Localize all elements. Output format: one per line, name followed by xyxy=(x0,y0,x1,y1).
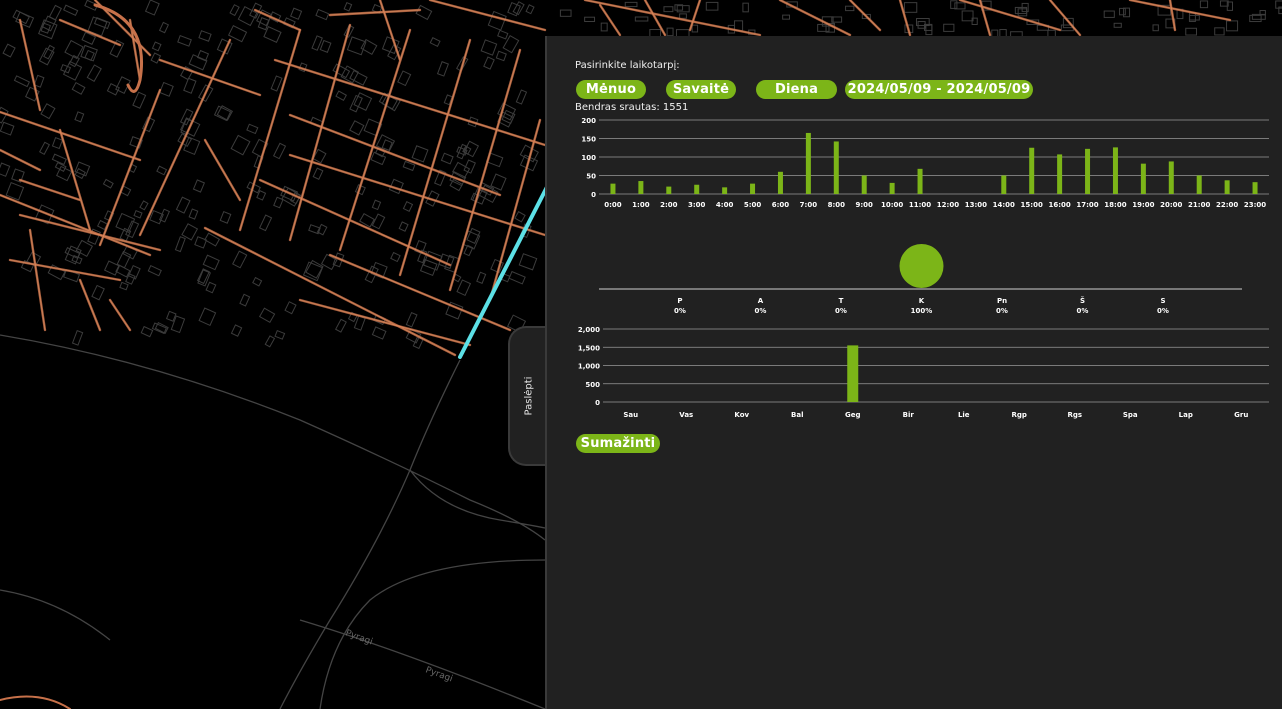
bar xyxy=(1001,175,1007,194)
y-tick-label: 2,000 xyxy=(578,326,600,334)
weekday-label: T xyxy=(839,297,844,305)
x-tick-label: 14:00 xyxy=(993,201,1015,209)
street-label: Pyragi xyxy=(424,665,454,684)
bar xyxy=(805,132,811,194)
x-tick-label: 19:00 xyxy=(1132,201,1154,209)
weekday-label: K xyxy=(919,297,925,305)
y-tick-label: 500 xyxy=(585,381,600,389)
x-tick-label: Gru xyxy=(1234,411,1248,419)
x-tick-label: 11:00 xyxy=(909,201,931,209)
weekday-percent: 100% xyxy=(911,307,933,315)
y-tick-label: 1,500 xyxy=(578,344,600,352)
weekday-label: S xyxy=(1160,297,1165,305)
x-tick-label: Geg xyxy=(845,411,861,419)
x-tick-label: 4:00 xyxy=(716,201,734,209)
x-tick-label: 12:00 xyxy=(937,201,959,209)
weekday-label: Pn xyxy=(997,297,1007,305)
x-tick-label: 5:00 xyxy=(744,201,762,209)
x-tick-label: 9:00 xyxy=(855,201,873,209)
x-tick-label: 21:00 xyxy=(1188,201,1210,209)
x-tick-label: Sau xyxy=(623,411,638,419)
hourly-bar-chart: 0 50 100 150 200 0:00 1:00 2:00 3:00 4:00 5:00 6:00… xyxy=(581,117,1269,209)
x-tick-label: 7:00 xyxy=(800,201,818,209)
reduce-button[interactable]: Sumažinti xyxy=(576,434,660,453)
y-tick-label: 200 xyxy=(581,117,596,125)
bar xyxy=(694,184,700,194)
x-tick-label: Rgp xyxy=(1012,411,1027,419)
map-paths xyxy=(0,334,546,709)
x-tick-label: 23:00 xyxy=(1244,201,1266,209)
bar xyxy=(847,345,859,402)
week-button[interactable]: Savaitė xyxy=(666,80,736,99)
x-tick-label: Bal xyxy=(791,411,803,419)
x-tick-label: 1:00 xyxy=(632,201,650,209)
x-tick-label: 10:00 xyxy=(881,201,903,209)
x-tick-label: Lie xyxy=(958,411,970,419)
x-tick-label: 17:00 xyxy=(1076,201,1098,209)
hide-panel-tab[interactable]: Paslėpti xyxy=(508,326,547,466)
weekday-percent: 0% xyxy=(835,307,847,315)
weekday-label: Š xyxy=(1080,296,1085,305)
weekday-chart: P 0% A 0% T 0% K 100% Pn 0% Š 0% S 0% xyxy=(599,244,1242,315)
y-tick-label: 100 xyxy=(581,154,596,162)
weekday-percent: 0% xyxy=(996,307,1008,315)
x-tick-label: 20:00 xyxy=(1160,201,1182,209)
bar xyxy=(889,182,895,194)
traffic-panel: Pasirinkite laikotarpį: Mėnuo Savaitė Di… xyxy=(545,36,1282,709)
bar xyxy=(1140,163,1146,194)
bar xyxy=(638,181,644,194)
weekday-label: A xyxy=(758,297,764,305)
y-tick-label: 0 xyxy=(595,399,600,407)
x-tick-label: 13:00 xyxy=(965,201,987,209)
x-tick-label: 6:00 xyxy=(772,201,790,209)
x-tick-label: Lap xyxy=(1179,411,1193,419)
weekday-percent: 0% xyxy=(674,307,686,315)
y-tick-label: 150 xyxy=(581,136,596,144)
x-tick-label: 22:00 xyxy=(1216,201,1238,209)
bar xyxy=(861,175,867,194)
bar xyxy=(610,183,616,194)
x-tick-label: Vas xyxy=(679,411,693,419)
bar xyxy=(1085,148,1091,194)
x-tick-label: 16:00 xyxy=(1048,201,1070,209)
month-button[interactable]: Mėnuo xyxy=(576,80,646,99)
x-tick-label: 8:00 xyxy=(828,201,846,209)
hide-panel-label: Paslėpti xyxy=(523,376,534,416)
bar xyxy=(750,183,756,194)
bar xyxy=(1196,175,1202,194)
bar xyxy=(1029,147,1035,194)
x-tick-label: Bir xyxy=(903,411,915,419)
date-range-button[interactable]: 2024/05/09 - 2024/05/09 xyxy=(845,80,1033,99)
bar xyxy=(1112,147,1118,194)
period-label: Pasirinkite laikotarpį: xyxy=(575,60,680,71)
x-tick-label: Spa xyxy=(1123,411,1138,419)
weekday-label: P xyxy=(677,297,682,305)
weekday-bubble xyxy=(899,244,944,288)
day-button[interactable]: Diena xyxy=(756,80,837,99)
x-tick-label: 0:00 xyxy=(604,201,622,209)
monthly-bar-chart: 0 500 1,000 1,500 2,000 Sau Vas Kov Bal Geg Bir Lie… xyxy=(578,326,1269,419)
y-tick-label: 0 xyxy=(591,191,596,199)
x-tick-label: 18:00 xyxy=(1104,201,1126,209)
bar xyxy=(833,141,839,194)
x-tick-label: 3:00 xyxy=(688,201,706,209)
weekday-percent: 0% xyxy=(1077,307,1089,315)
bar xyxy=(666,186,672,194)
x-tick-label: Rgs xyxy=(1067,411,1082,419)
bar xyxy=(1252,182,1258,194)
bar xyxy=(917,168,923,194)
x-tick-label: 2:00 xyxy=(660,201,678,209)
bar xyxy=(1168,161,1174,194)
weekday-percent: 0% xyxy=(1157,307,1169,315)
bar xyxy=(1224,180,1230,194)
weekday-percent: 0% xyxy=(755,307,767,315)
bar xyxy=(1057,154,1063,194)
x-tick-label: 15:00 xyxy=(1021,201,1043,209)
street-label: Pyragi xyxy=(344,628,374,647)
x-tick-label: Kov xyxy=(734,411,749,419)
y-tick-label: 1,000 xyxy=(578,363,600,371)
bar xyxy=(722,187,728,194)
y-tick-label: 50 xyxy=(586,173,596,181)
bar xyxy=(777,171,783,194)
